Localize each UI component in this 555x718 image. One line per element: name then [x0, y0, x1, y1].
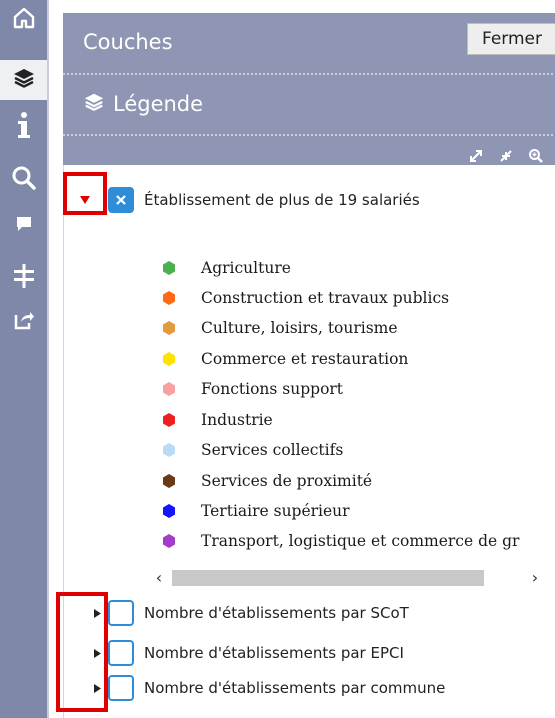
legend-label: Services de proximité [201, 472, 373, 490]
panel-header: Couches Fermer Légende [63, 13, 555, 165]
layer-checkbox[interactable] [108, 600, 134, 626]
hexagon-icon [163, 382, 175, 396]
panel-title: Couches [83, 30, 173, 54]
share-icon [13, 309, 35, 335]
legend-title: Légende [113, 92, 204, 116]
legend-item: Culture, loisirs, tourisme [64, 313, 398, 343]
legend-item: Construction et travaux publics [64, 283, 449, 313]
layer-checkbox[interactable] [108, 640, 134, 666]
legend-item: Transport, logistique et commerce de gr [64, 526, 519, 556]
legend-label: Agriculture [201, 259, 291, 277]
divider [63, 73, 555, 75]
highlight-box [63, 172, 107, 215]
comment-icon [15, 215, 33, 237]
home-icon [12, 6, 36, 34]
legend-item: Services de proximité [64, 466, 372, 496]
info-icon [14, 111, 34, 145]
layer-label: Nombre d'établissements par commune [144, 679, 446, 697]
legend-item: Commerce et restauration [64, 344, 408, 374]
hexagon-icon [163, 504, 175, 518]
legend-header[interactable]: Légende [83, 91, 203, 117]
layer-item[interactable]: Nombre d'établissements par SCoT [86, 600, 409, 626]
legend-tools [465, 145, 547, 167]
legend-label: Industrie [201, 411, 273, 429]
search-icon [11, 165, 37, 195]
hexagon-icon [163, 443, 175, 457]
layer-checkbox[interactable] [108, 675, 134, 701]
hexagon-icon [163, 352, 175, 366]
layer-label: Nombre d'établissements par SCoT [144, 604, 409, 622]
hexagon-icon [163, 321, 175, 335]
legend-label: Fonctions support [201, 380, 344, 398]
zoom-icon[interactable] [525, 145, 547, 167]
hexagon-icon [163, 534, 175, 548]
info-button[interactable] [0, 108, 47, 148]
share-button[interactable] [0, 302, 47, 342]
legend-item: Fonctions support [64, 374, 343, 404]
hexagon-icon [163, 261, 175, 275]
comment-button[interactable] [0, 206, 47, 246]
divider [63, 134, 555, 136]
legend-item: Services collectifs [64, 435, 343, 465]
collapse-all-icon[interactable] [495, 145, 517, 167]
left-toolbar [0, 0, 47, 718]
legend-item: Tertiaire supérieur [64, 496, 350, 526]
layers-button[interactable] [0, 60, 47, 100]
legend-item: Agriculture [64, 253, 291, 283]
layer-item[interactable]: Nombre d'établissements par EPCI [86, 640, 404, 666]
legend-label: Services collectifs [201, 441, 344, 459]
layers-panel: Couches Fermer Légende Établissement de … [47, 0, 555, 718]
search-button[interactable] [0, 160, 47, 200]
legend-label: Transport, logistique et commerce de gr [201, 532, 520, 550]
hexagon-icon [163, 474, 175, 488]
layer-label: Nombre d'établissements par EPCI [144, 644, 404, 662]
layer-item[interactable]: Nombre d'établissements par commune [86, 675, 445, 701]
layer-item[interactable]: Établissement de plus de 19 salariés [74, 187, 420, 213]
layer-label: Établissement de plus de 19 salariés [144, 191, 420, 209]
layers-icon [12, 66, 36, 94]
scroll-left-icon[interactable]: ‹ [150, 567, 168, 587]
scroll-right-icon[interactable]: › [526, 567, 544, 587]
legend-label: Tertiaire supérieur [201, 502, 350, 520]
close-button[interactable]: Fermer [466, 23, 555, 55]
hexagon-icon [163, 291, 175, 305]
hexagon-icon [163, 413, 175, 427]
layer-tree: Établissement de plus de 19 salariés Agr… [63, 165, 555, 718]
legend-label: Culture, loisirs, tourisme [201, 319, 398, 337]
expand-all-icon[interactable] [465, 145, 487, 167]
measure-button[interactable] [0, 258, 47, 298]
legend-label: Commerce et restauration [201, 350, 409, 368]
home-button[interactable] [0, 0, 47, 40]
measure-icon [12, 263, 36, 293]
legend-label: Construction et travaux publics [201, 289, 450, 307]
highlight-box [56, 592, 108, 712]
scrollbar-thumb[interactable] [172, 570, 484, 586]
horizontal-scrollbar[interactable]: ‹ › [150, 567, 544, 587]
layers-icon [83, 91, 105, 117]
layer-checkbox[interactable] [108, 187, 134, 213]
legend-list: Agriculture Construction et travaux publ… [64, 253, 544, 565]
legend-item: Industrie [64, 405, 273, 435]
